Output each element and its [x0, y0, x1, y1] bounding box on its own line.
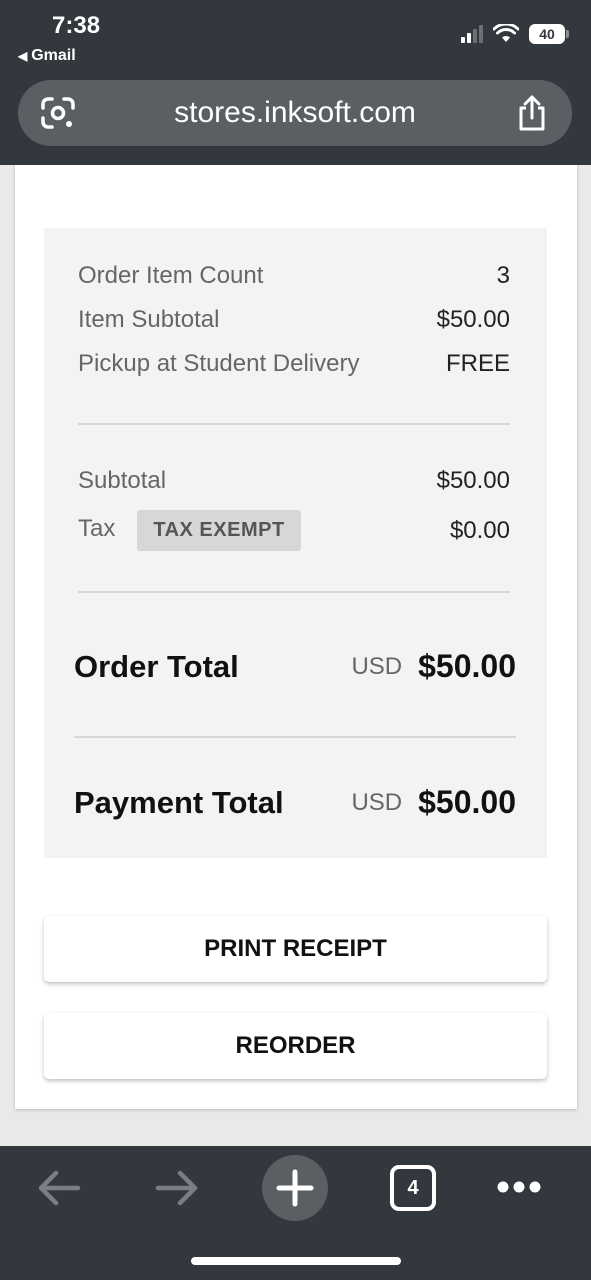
payment-total-row: Payment Total USD $50.00 [74, 784, 516, 821]
url-text: stores.inksoft.com [174, 96, 416, 129]
payment-total-value: $50.00 [418, 784, 516, 820]
item-count-row: Order Item Count 3 [78, 262, 510, 290]
item-subtotal-label: Item Subtotal [78, 306, 220, 333]
reorder-button[interactable]: REORDER [44, 1013, 547, 1079]
back-triangle-icon: ◀ [18, 49, 28, 63]
share-icon[interactable] [514, 94, 550, 132]
more-icon[interactable] [496, 1180, 542, 1194]
item-subtotal-row: Item Subtotal $50.00 [78, 306, 510, 334]
order-total-currency: USD [351, 652, 403, 680]
payment-total-currency: USD [351, 788, 403, 816]
print-receipt-button[interactable]: PRINT RECEIPT [44, 916, 547, 982]
subtotal-label: Subtotal [78, 467, 167, 494]
shipping-value: FREE [445, 350, 510, 377]
order-total-value: $50.00 [418, 648, 516, 684]
item-count-value: 3 [496, 262, 510, 289]
plus-icon [276, 1169, 314, 1207]
url-bar[interactable]: stores.inksoft.com [18, 80, 572, 146]
divider [78, 591, 510, 593]
back-arrow-icon[interactable] [36, 1168, 82, 1208]
divider [78, 423, 510, 425]
shipping-row: Pickup at Student Delivery FREE [78, 350, 510, 378]
back-to-app-link[interactable]: ◀ Gmail [18, 47, 76, 65]
browser-top-chrome: 7:38 ◀ Gmail 40 stores.inksoft.com [0, 0, 591, 165]
tax-label: Tax [78, 515, 116, 542]
tabs-button[interactable]: 4 [390, 1165, 436, 1211]
divider [74, 736, 516, 738]
payment-total-label: Payment Total [74, 784, 284, 820]
tax-row: Tax TAX EXEMPT $0.00 [78, 510, 510, 551]
status-icons: 40 [461, 24, 569, 44]
tax-exempt-badge: TAX EXEMPT [137, 510, 301, 551]
new-tab-button[interactable] [262, 1155, 328, 1221]
cellular-signal-icon [461, 25, 483, 43]
battery-icon: 40 [529, 24, 569, 44]
status-time: 7:38 [52, 12, 101, 39]
item-count-label: Order Item Count [78, 262, 264, 289]
subtotal-row: Subtotal $50.00 [78, 467, 510, 495]
wifi-icon [493, 24, 519, 42]
tax-value: $0.00 [449, 516, 510, 544]
shipping-label: Pickup at Student Delivery [78, 350, 360, 377]
subtotal-value: $50.00 [436, 467, 510, 494]
back-app-label: Gmail [31, 47, 76, 64]
item-subtotal-value: $50.00 [436, 306, 510, 333]
order-total-row: Order Total USD $50.00 [74, 648, 516, 685]
forward-arrow-icon[interactable] [154, 1168, 200, 1208]
home-indicator[interactable] [191, 1257, 401, 1265]
order-total-label: Order Total [74, 648, 239, 684]
